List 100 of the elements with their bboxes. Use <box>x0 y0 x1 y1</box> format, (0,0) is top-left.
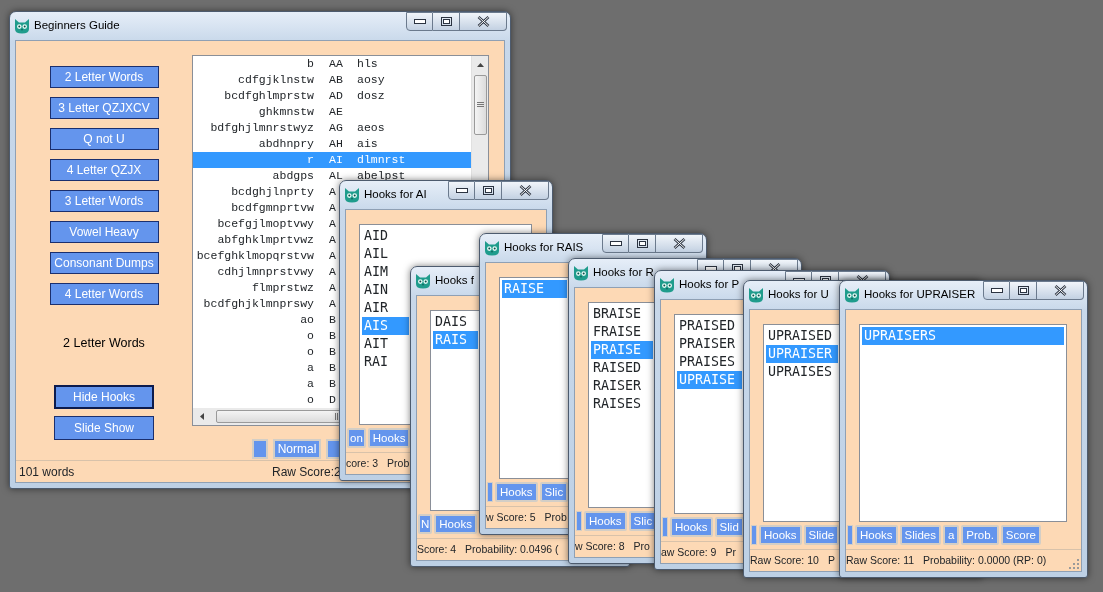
list-item[interactable]: AIT <box>362 335 409 353</box>
list-item[interactable]: AID <box>362 227 409 245</box>
back-hooks-text: hls <box>357 56 378 72</box>
window-title: Beginners Guide <box>34 18 120 34</box>
word-text: AB <box>329 72 344 88</box>
word-text: AE <box>329 104 344 120</box>
front-hooks-text: abfghklmprtvwz <box>216 232 314 248</box>
front-hooks-text: r <box>306 152 314 168</box>
window-title: Hooks for R <box>593 265 654 281</box>
window-title: Hooks for RAIS <box>504 240 584 256</box>
list-item[interactable]: PRAISER <box>677 335 742 353</box>
list-item[interactable]: AIM <box>362 263 409 281</box>
list-item[interactable]: RAISES <box>591 395 653 413</box>
list-row[interactable]: bcdghjlnprty A <box>193 184 338 200</box>
status-text: w Score: 5 <box>486 509 536 525</box>
front-hooks-text: cdfgjklnstw <box>237 72 314 88</box>
status-text: Prob <box>387 455 410 471</box>
word-text: B <box>329 328 336 344</box>
front-hooks-text: abdhnpry <box>257 136 314 152</box>
word-text: A <box>329 200 336 216</box>
list-item[interactable]: DAIS <box>433 313 478 331</box>
list-item[interactable]: FRAISE <box>591 323 653 341</box>
list-item[interactable]: RAISER <box>591 377 653 395</box>
list-row[interactable]: a B <box>193 376 338 392</box>
front-hooks-text: bcdghjlnprty <box>230 184 314 200</box>
list-row[interactable]: o D <box>193 392 338 408</box>
front-hooks-text: bdfghjlmnrstwyz <box>209 120 314 136</box>
front-hooks-text: abdgps <box>271 168 314 184</box>
front-hooks-text: bcdfgmnprtvw <box>230 200 314 216</box>
window-title: Hooks for U <box>768 287 829 303</box>
word-text: A <box>329 184 336 200</box>
list-title: 2 Letter Words <box>63 335 145 352</box>
front-hooks-text: ao <box>299 312 314 328</box>
word-text: A <box>329 264 336 280</box>
back-hooks-text: ais <box>357 136 378 152</box>
list-row[interactable]: cdfgjklnstw AB aosy <box>193 72 471 88</box>
status-text: Probability: 0.0496 ( <box>465 541 559 557</box>
status-text: Score: 4 <box>417 541 457 557</box>
list-row[interactable]: bcdfghjklmnprswy A <box>193 296 338 312</box>
word-text: AA <box>329 56 344 72</box>
word-text: B <box>329 376 336 392</box>
list-row[interactable]: bcefghklmopqrstvw A <box>193 248 338 264</box>
list-row[interactable]: abdgps AL abelpst <box>193 168 471 184</box>
status-text: P <box>827 552 835 568</box>
word-text: D <box>329 392 336 408</box>
list-item[interactable]: UPRAISES <box>766 363 838 381</box>
front-hooks-text: bcdfghjklmnprswy <box>202 296 314 312</box>
front-hooks-text: a <box>306 360 314 376</box>
list-item[interactable]: BRAISE <box>591 305 653 323</box>
word-text: A <box>329 216 336 232</box>
word-text: A <box>329 248 336 264</box>
list-item[interactable]: AIR <box>362 299 409 317</box>
list-item[interactable]: PRAISES <box>677 353 742 371</box>
list-row[interactable]: o B <box>193 328 338 344</box>
list-row[interactable]: abfghklmprtvwz A <box>193 232 338 248</box>
list-row[interactable]: ghkmnstw AE <box>193 104 471 120</box>
back-hooks-text: dosz <box>357 88 385 104</box>
back-hooks-text: abelpst <box>357 168 406 184</box>
word-text: AD <box>329 88 344 104</box>
front-hooks-text: cdhjlmnprstvwy <box>216 264 314 280</box>
back-hooks-text: aosy <box>357 72 385 88</box>
window-title: Hooks f <box>435 273 474 289</box>
list-row[interactable]: b AA hls <box>193 56 471 72</box>
front-hooks-text: o <box>306 344 314 360</box>
list-item[interactable]: AIN <box>362 281 409 299</box>
list-item[interactable]: RAI <box>362 353 409 371</box>
status-text: Raw Score:2 <box>272 463 341 481</box>
back-hooks-text: aeos <box>357 120 385 136</box>
status-text: Pr <box>725 544 736 560</box>
list-row[interactable]: o B <box>193 344 338 360</box>
front-hooks-text: bcefgjlmoptvwy <box>216 216 314 232</box>
back-hooks-text: dlmnrst <box>357 152 406 168</box>
status-text: core: 3 <box>346 455 379 471</box>
list-row[interactable]: cdhjlmnprstvwy A <box>193 264 338 280</box>
list-item[interactable]: UPRAISED <box>766 327 838 345</box>
word-text: AI <box>329 152 344 168</box>
status-text: Raw Score: 11 <box>846 552 915 568</box>
list-row[interactable]: bcefgjlmoptvwy A <box>193 216 338 232</box>
status-text: w Score: 8 <box>575 538 625 554</box>
front-hooks-text: o <box>306 392 314 408</box>
list-row[interactable]: bdfghjlmnrstwyz AG aeos <box>193 120 471 136</box>
status-text: Probability: 0.0000 (RP: 0) <box>923 552 1047 568</box>
word-text: A <box>329 280 336 296</box>
status-text: 101 words <box>19 463 75 481</box>
word-text: AH <box>329 136 344 152</box>
list-row[interactable]: a B <box>193 360 338 376</box>
list-row[interactable]: bcdfghlmprstw AD dosz <box>193 88 471 104</box>
window-title: Hooks for P <box>679 277 740 293</box>
list-item[interactable]: PRAISED <box>677 317 742 335</box>
list-row[interactable]: bcdfgmnprtvw A <box>193 200 338 216</box>
status-text: Prob <box>544 509 567 525</box>
list-row[interactable]: flmprstwz A <box>193 280 338 296</box>
word-text: A <box>329 296 336 312</box>
front-hooks-text: flmprstwz <box>250 280 314 296</box>
window-title: Hooks for UPRAISER <box>864 287 976 303</box>
list-item[interactable]: AIL <box>362 245 409 263</box>
list-row[interactable]: abdhnpry AH ais <box>193 136 471 152</box>
word-text: AG <box>329 120 344 136</box>
list-row[interactable]: ao B <box>193 312 338 328</box>
list-item[interactable]: RAISED <box>591 359 653 377</box>
